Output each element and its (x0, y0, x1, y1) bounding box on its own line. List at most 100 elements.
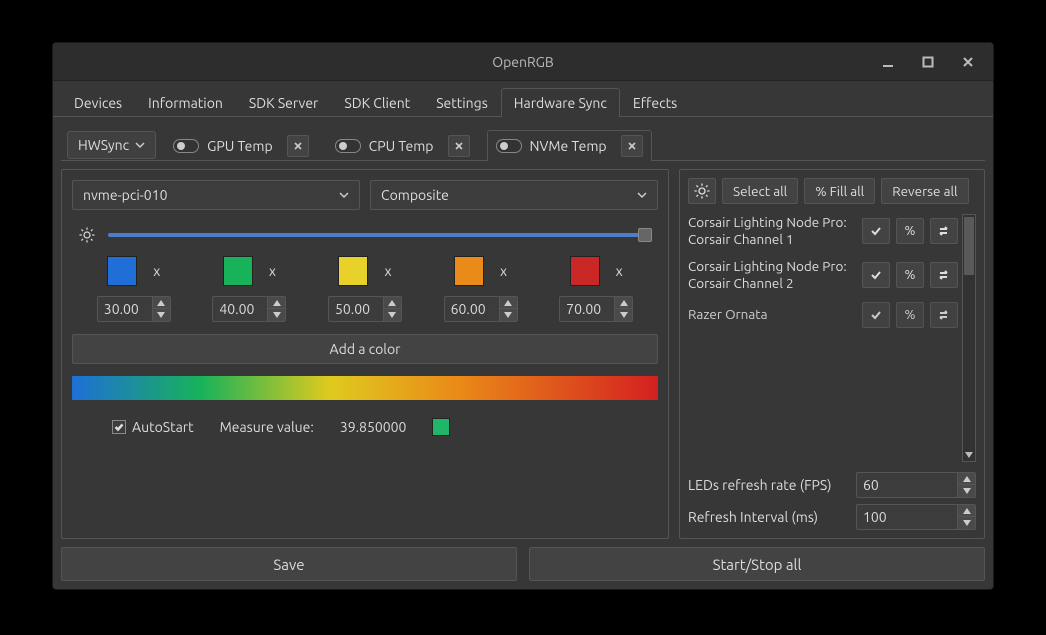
spin-up-button[interactable] (499, 297, 517, 309)
color-swatch[interactable] (223, 256, 253, 286)
list-item: Corsair Lighting Node Pro: Corsair Chann… (688, 258, 958, 292)
subtab-close-button[interactable] (448, 135, 470, 157)
reading-select[interactable]: Composite (370, 180, 658, 210)
tab-information[interactable]: Information (135, 88, 236, 117)
device-percent-button[interactable]: % (896, 218, 924, 244)
brightness-slider[interactable] (108, 233, 652, 237)
right-header: Select all % Fill all Reverse all (688, 178, 976, 204)
threshold-spinbox[interactable] (97, 296, 171, 322)
spin-up-button[interactable] (957, 473, 975, 485)
device-reverse-button[interactable] (930, 262, 958, 288)
device-reverse-button[interactable] (930, 302, 958, 328)
window-buttons (869, 43, 987, 80)
spin-down-button[interactable] (614, 309, 632, 321)
spin-up-button[interactable] (957, 505, 975, 517)
spin-up-button[interactable] (152, 297, 170, 309)
color-swatch[interactable] (338, 256, 368, 286)
chevron-down-icon (135, 140, 145, 150)
tab-hardware-sync[interactable]: Hardware Sync (501, 88, 620, 117)
threshold-input[interactable] (445, 301, 499, 317)
scrollbar-down-icon (963, 449, 974, 461)
autostart-checkbox[interactable]: AutoStart (112, 419, 194, 435)
tab-effects[interactable]: Effects (620, 88, 690, 117)
subtab-close-button[interactable] (287, 135, 309, 157)
app-window: OpenRGB Devices Information SDK Server S… (52, 42, 994, 590)
spin-down-button[interactable] (383, 309, 401, 321)
subtab-gpu-temp[interactable]: GPU Temp (164, 130, 318, 161)
fill-all-button[interactable]: % Fill all (804, 178, 875, 204)
threshold-spinbox[interactable] (328, 296, 402, 322)
threshold-input[interactable] (329, 301, 383, 317)
subtab-label: NVMe Temp (530, 138, 607, 154)
subtab-close-button[interactable] (621, 135, 643, 157)
add-color-button[interactable]: Add a color (72, 334, 658, 364)
threshold-input[interactable] (98, 301, 152, 317)
subtab-cpu-temp[interactable]: CPU Temp (326, 130, 479, 161)
brightness-slider-wrap (108, 226, 652, 244)
hwsync-dropdown[interactable]: HWSync (67, 131, 156, 159)
subtab-nvme-temp[interactable]: NVMe Temp (487, 130, 652, 161)
threshold-spinbox[interactable] (444, 296, 518, 322)
chevron-down-icon (637, 190, 647, 200)
spin-up-button[interactable] (267, 297, 285, 309)
fps-spinbox[interactable] (856, 472, 976, 498)
color-stop: x (559, 256, 633, 322)
right-panel: Select all % Fill all Reverse all Corsai… (679, 169, 985, 539)
left-footer: AutoStart Measure value: 39.850000 (72, 412, 658, 436)
chevron-down-icon (339, 190, 349, 200)
tab-sdk-client[interactable]: SDK Client (331, 88, 423, 117)
spin-up-button[interactable] (614, 297, 632, 309)
subtab-label: CPU Temp (369, 138, 434, 154)
maximize-button[interactable] (909, 47, 947, 77)
spin-up-button[interactable] (383, 297, 401, 309)
brightness-row (72, 222, 658, 244)
x-label: x (616, 263, 623, 279)
x-label: x (269, 263, 276, 279)
toggle-icon (173, 139, 199, 153)
spin-down-button[interactable] (957, 517, 975, 529)
device-percent-button[interactable]: % (896, 302, 924, 328)
toggle-icon (335, 139, 361, 153)
x-label: x (500, 263, 507, 279)
threshold-spinbox[interactable] (559, 296, 633, 322)
tab-settings[interactable]: Settings (423, 88, 501, 117)
save-button[interactable]: Save (61, 547, 517, 581)
brightness-icon (693, 182, 711, 200)
spin-down-button[interactable] (499, 309, 517, 321)
scrollbar-thumb[interactable] (964, 217, 974, 275)
device-check-button[interactable] (862, 218, 890, 244)
device-check-button[interactable] (862, 302, 890, 328)
threshold-input[interactable] (560, 301, 614, 317)
spin-down-button[interactable] (267, 309, 285, 321)
interval-input[interactable] (857, 509, 957, 525)
threshold-spinbox[interactable] (212, 296, 286, 322)
window-title: OpenRGB (492, 54, 554, 70)
device-reverse-button[interactable] (930, 218, 958, 244)
spin-down-button[interactable] (152, 309, 170, 321)
color-swatch[interactable] (454, 256, 484, 286)
reverse-all-button[interactable]: Reverse all (881, 178, 968, 204)
tab-sdk-server[interactable]: SDK Server (236, 88, 331, 117)
select-all-button[interactable]: Select all (722, 178, 798, 204)
start-stop-all-button[interactable]: Start/Stop all (529, 547, 985, 581)
reading-select-value: Composite (381, 187, 449, 203)
sensor-select[interactable]: nvme-pci-010 (72, 180, 360, 210)
color-swatch[interactable] (570, 256, 600, 286)
device-check-button[interactable] (862, 262, 890, 288)
fps-input[interactable] (857, 477, 957, 493)
brightness-all-button[interactable] (688, 178, 716, 204)
minimize-button[interactable] (869, 47, 907, 77)
device-list-scrollbar[interactable] (962, 214, 976, 462)
color-swatch[interactable] (107, 256, 137, 286)
device-percent-button[interactable]: % (896, 262, 924, 288)
spin-down-button[interactable] (957, 485, 975, 497)
list-item: Razer Ornata % (688, 302, 958, 328)
color-stop: x (444, 256, 518, 322)
content-area: HWSync GPU Temp CPU Temp NVMe Temp (53, 117, 993, 589)
close-button[interactable] (949, 47, 987, 77)
threshold-input[interactable] (213, 301, 267, 317)
interval-spinbox[interactable] (856, 504, 976, 530)
gradient-preview (72, 376, 658, 400)
interval-label: Refresh Interval (ms) (688, 509, 848, 525)
tab-devices[interactable]: Devices (61, 88, 135, 117)
